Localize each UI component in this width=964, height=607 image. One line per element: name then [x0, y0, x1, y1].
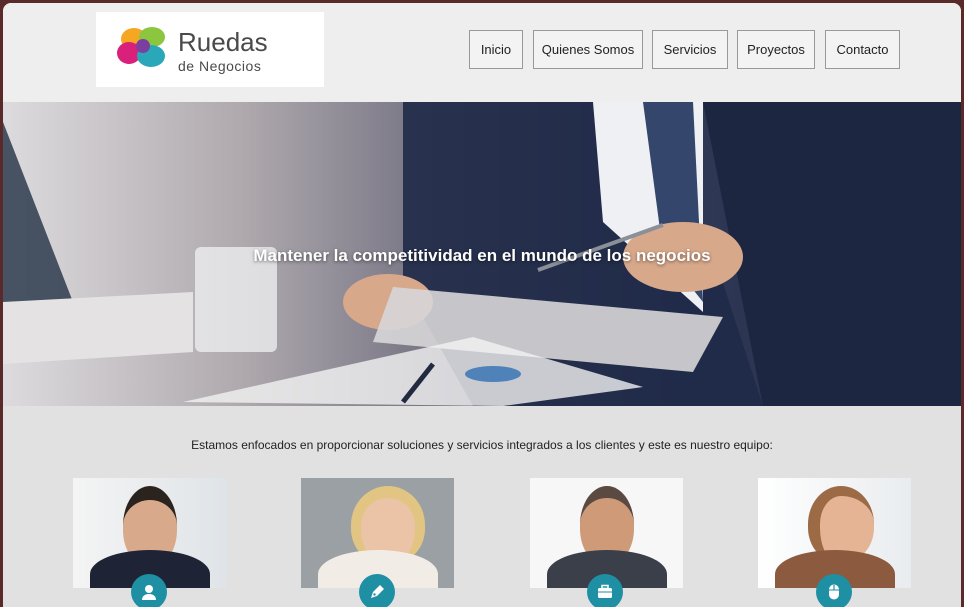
- nav-quienes-somos[interactable]: Quienes Somos: [533, 30, 643, 69]
- site-header: Ruedas de Negocios Inicio Quienes Somos …: [3, 3, 961, 102]
- logo-subtitle: de Negocios: [178, 58, 262, 74]
- mouse-icon[interactable]: [816, 574, 852, 607]
- nav-servicios[interactable]: Servicios: [652, 30, 728, 69]
- browser-frame: Ruedas de Negocios Inicio Quienes Somos …: [3, 3, 961, 607]
- logo[interactable]: Ruedas de Negocios: [96, 12, 324, 87]
- user-icon[interactable]: [131, 574, 167, 607]
- pen-icon[interactable]: [359, 574, 395, 607]
- logo-mark-icon: [117, 27, 165, 67]
- hero-banner: Mantener la competitividad en el mundo d…: [3, 102, 961, 406]
- nav-inicio[interactable]: Inicio: [469, 30, 523, 69]
- briefcase-icon[interactable]: [587, 574, 623, 607]
- hero-title: Mantener la competitividad en el mundo d…: [253, 246, 711, 265]
- nav-proyectos[interactable]: Proyectos: [737, 30, 815, 69]
- intro-text: Estamos enfocados en proporcionar soluci…: [191, 438, 773, 452]
- team-member-photo[interactable]: [530, 478, 683, 588]
- team-member-photo[interactable]: [758, 478, 911, 588]
- logo-title: Ruedas: [178, 27, 268, 57]
- team-member-photo[interactable]: [301, 478, 454, 588]
- nav-contacto[interactable]: Contacto: [825, 30, 900, 69]
- team-member-photo[interactable]: [73, 478, 226, 588]
